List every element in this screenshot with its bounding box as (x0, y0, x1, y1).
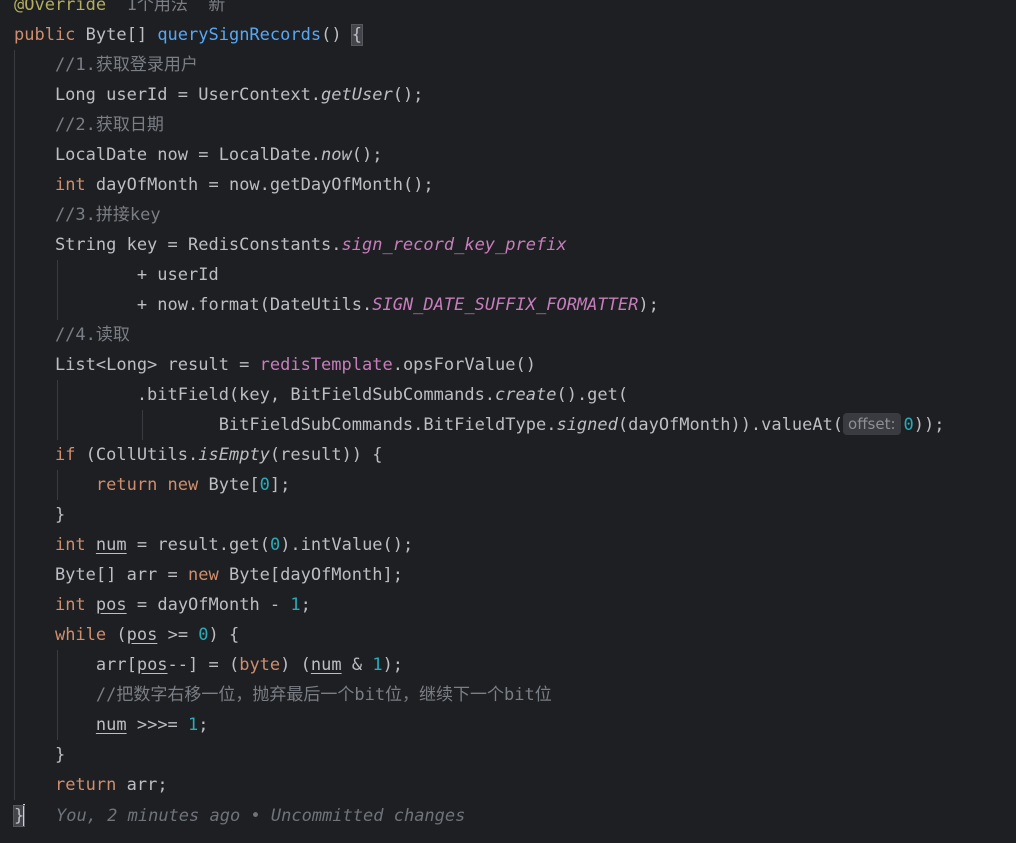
code-line-12[interactable]: //4.读取 (14, 320, 130, 350)
parameter-hint: offset: (843, 413, 901, 435)
git-blame-annotation: You, 2 minutes ago • Uncommitted changes (55, 806, 466, 826)
code-line-1[interactable]: @Override 1个用法 新 (14, 0, 225, 20)
code-line-27[interactable]: return arr; (14, 770, 168, 800)
code-line-10[interactable]: + userId (14, 260, 219, 290)
code-line-22[interactable]: while (pos >= 0) { (14, 620, 239, 650)
code-editor[interactable]: @Override 1个用法 新 public Byte[] querySign… (0, 0, 1016, 843)
code-line-15[interactable]: BitFieldSubCommands.BitFieldType.signed(… (14, 410, 945, 440)
code-line-9[interactable]: String key = RedisConstants.sign_record_… (14, 230, 567, 260)
code-line-6[interactable]: LocalDate now = LocalDate.now(); (14, 140, 383, 170)
code-line-19[interactable]: int num = result.get(0).intValue(); (14, 530, 413, 560)
code-line-2[interactable]: public Byte[] querySignRecords() { (14, 20, 364, 50)
code-line-28[interactable]: } You, 2 minutes ago • Uncommitted chang… (12, 801, 466, 831)
code-line-25[interactable]: num >>>= 1; (14, 710, 209, 740)
matched-brace-open: { (350, 24, 364, 46)
method-name: querySignRecords (157, 25, 322, 45)
usage-hint: 1个用法 新 (106, 0, 226, 15)
code-line-16[interactable]: if (CollUtils.isEmpty(result)) { (14, 440, 383, 470)
code-line-23[interactable]: arr[pos--] = (byte) (num & 1); (14, 650, 403, 680)
annotation-override: @Override (14, 0, 107, 15)
code-line-26[interactable]: } (14, 740, 65, 770)
code-line-13[interactable]: List<Long> result = redisTemplate.opsFor… (14, 350, 536, 380)
code-line-18[interactable]: } (14, 500, 65, 530)
code-line-14[interactable]: .bitField(key, BitFieldSubCommands.creat… (14, 380, 628, 410)
code-line-20[interactable]: Byte[] arr = new Byte[dayOfMonth]; (14, 560, 403, 590)
code-line-17[interactable]: return new Byte[0]; (14, 470, 291, 500)
code-line-4[interactable]: Long userId = UserContext.getUser(); (14, 80, 423, 110)
code-line-24[interactable]: //把数字右移一位，抛弃最后一个bit位，继续下一个bit位 (14, 680, 552, 710)
text-caret (23, 804, 26, 826)
code-line-11[interactable]: + now.format(DateUtils.SIGN_DATE_SUFFIX_… (14, 290, 659, 320)
code-line-8[interactable]: //3.拼接key (14, 200, 161, 230)
code-line-5[interactable]: //2.获取日期 (14, 110, 164, 140)
code-line-3[interactable]: //1.获取登录用户 (14, 50, 198, 80)
code-line-7[interactable]: int dayOfMonth = now.getDayOfMonth(); (14, 170, 434, 200)
code-line-21[interactable]: int pos = dayOfMonth - 1; (14, 590, 311, 620)
